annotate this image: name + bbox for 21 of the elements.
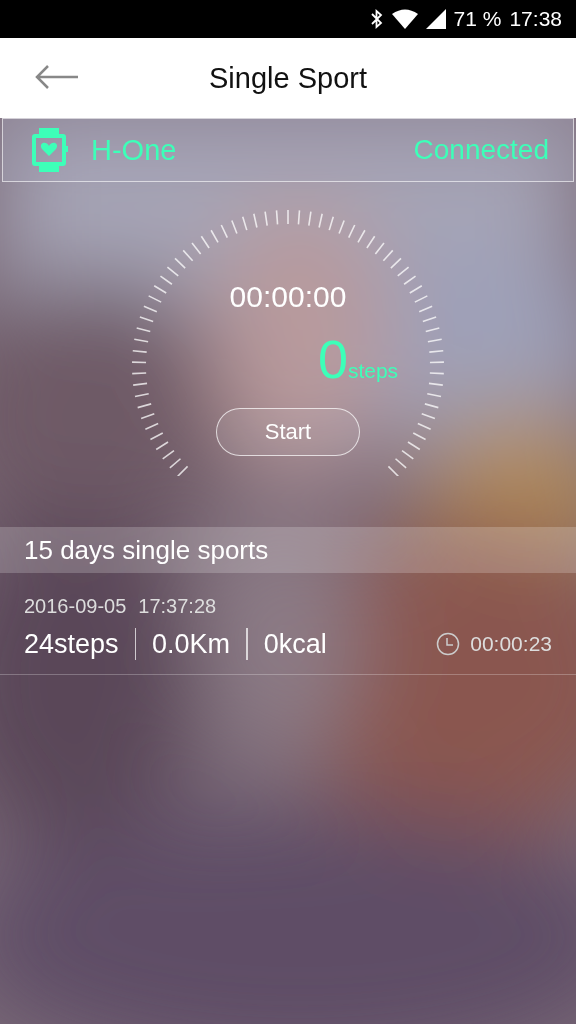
clock-text: 17:38: [509, 7, 562, 31]
connection-status: Connected: [413, 134, 549, 166]
record-date: 2016-09-05: [24, 595, 127, 618]
signal-icon: [425, 9, 446, 29]
section-header: 15 days single sports: [0, 527, 576, 573]
record-steps: 24steps: [24, 628, 119, 660]
page-title: Single Sport: [209, 61, 367, 95]
device-name: H-One: [91, 133, 177, 167]
back-button[interactable]: [34, 64, 80, 90]
clock-icon: [436, 632, 461, 656]
start-button[interactable]: Start: [216, 408, 360, 456]
record-distance: 0.0Km: [152, 628, 231, 660]
step-count: 0: [317, 328, 348, 390]
record-time: 17:37:28: [138, 595, 217, 618]
record-duration: 00:00:23: [470, 632, 552, 656]
steps-unit: steps: [347, 359, 399, 383]
battery-text: 71 %: [453, 7, 502, 31]
timer-text: 00:00:00: [229, 280, 347, 314]
wifi-icon: [391, 9, 418, 29]
bluetooth-icon: [369, 9, 384, 29]
record-calories: 0kcal: [263, 628, 327, 660]
